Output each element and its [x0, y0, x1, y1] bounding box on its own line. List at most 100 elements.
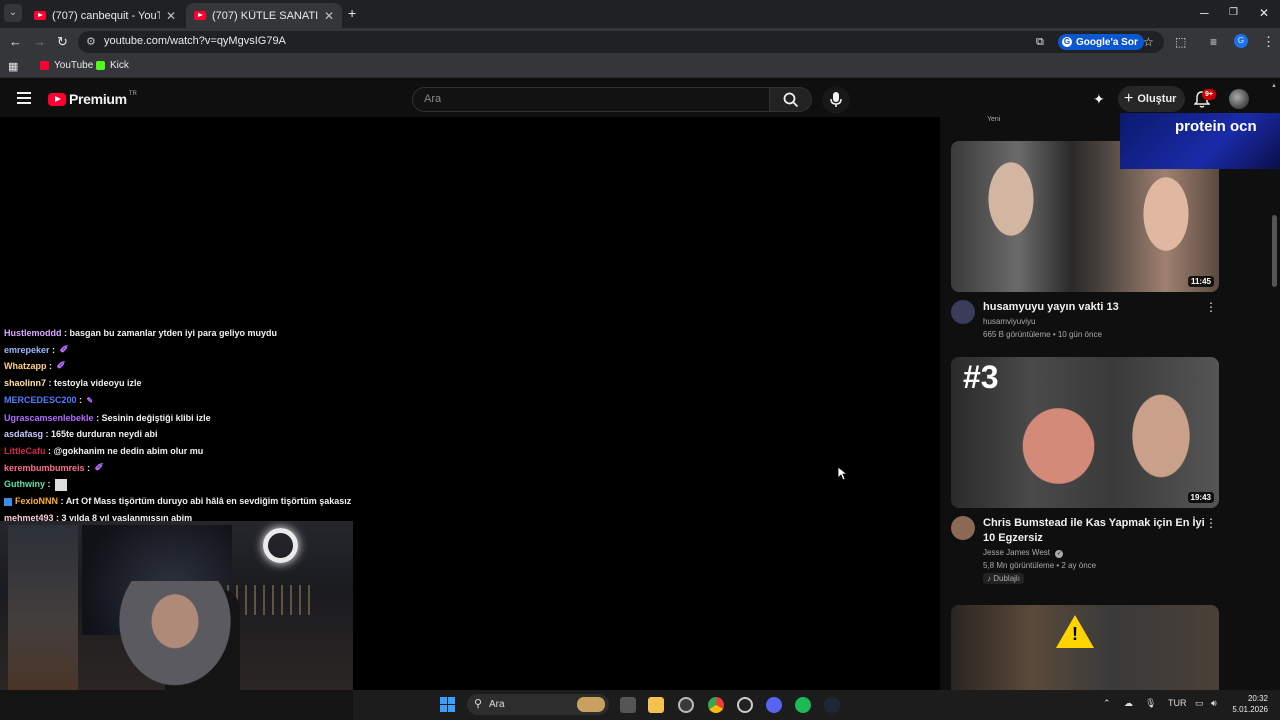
chatgpt-icon[interactable]: [737, 697, 753, 713]
reload-icon[interactable]: ↻: [57, 34, 68, 50]
channel-name-row: Jesse James West ✓: [983, 546, 1064, 559]
bookmark-youtube[interactable]: YouTube: [40, 60, 93, 71]
restore-icon[interactable]: ❐: [1229, 7, 1238, 18]
logo-text: Premium: [69, 91, 127, 107]
apps-grid-icon[interactable]: ▦: [8, 60, 18, 73]
minimize-icon[interactable]: ─: [1200, 6, 1209, 20]
youtube-header: Premium TR ✦ + Oluştur: [0, 81, 1280, 117]
video-thumbnail[interactable]: #3 19:43: [951, 357, 1219, 508]
create-button[interactable]: + Oluştur: [1118, 86, 1186, 112]
windows-start-icon[interactable]: [440, 697, 455, 712]
address-bar[interactable]: ⚙ youtube.com/watch?v=qyMgvsIG79A ⧉ G Go…: [78, 31, 1164, 53]
chrome-icon[interactable]: [708, 697, 724, 713]
tab-strip: ⌄ (707) canbequit - YouTube ✕ (707) KÜTL…: [0, 0, 1280, 28]
chat-username: kerembumbumreis: [4, 462, 85, 473]
tray-chevron-icon[interactable]: ⌃: [1103, 698, 1111, 709]
chat-message: Whatzapp : ✐: [4, 360, 66, 373]
scroll-up-arrow-icon[interactable]: ▲: [1271, 83, 1277, 89]
streamer: [110, 581, 240, 690]
plus-icon: +: [1124, 90, 1134, 107]
chat-message: kerembumbumreis : ✐: [4, 461, 104, 474]
steam-icon[interactable]: [824, 697, 840, 713]
back-icon[interactable]: ←: [9, 34, 22, 50]
youtube-favicon-icon: [34, 11, 46, 20]
chat-username: emrepeker: [4, 344, 50, 355]
upload-age: 2 ay önce: [1061, 561, 1097, 570]
url-text: youtube.com/watch?v=qyMgvsIG79A: [104, 35, 286, 47]
chat-username: LittleCafu: [4, 445, 46, 456]
chat-badge-icon: [4, 497, 12, 506]
site-info-icon[interactable]: ⚙: [86, 35, 96, 48]
taskbar-search-label: Ara: [489, 699, 505, 710]
more-options-icon[interactable]: ⋮: [1205, 300, 1217, 314]
volume-icon[interactable]: 🔊︎: [1211, 698, 1217, 709]
scrollbar-thumb[interactable]: [1272, 215, 1277, 287]
taskbar-clock[interactable]: 20:32 5.01.2026: [1228, 693, 1268, 715]
bookmark-star-icon[interactable]: ☆: [1143, 34, 1154, 50]
window-view: [8, 525, 78, 690]
browser-toolbar: ← → ↻ ⚙ youtube.com/watch?v=qyMgvsIG79A …: [0, 28, 1280, 56]
chat-message: MERCEDESC200 : ✎: [4, 394, 94, 405]
account-avatar[interactable]: [1229, 89, 1249, 109]
channel-name[interactable]: Jesse James West: [983, 548, 1050, 557]
close-tab-icon[interactable]: ✕: [166, 9, 176, 23]
close-tab-icon[interactable]: ✕: [324, 9, 334, 23]
chat-username: Ugrascamsenlebekle: [4, 412, 94, 423]
profile-icon[interactable]: G: [1234, 34, 1248, 48]
app-icon[interactable]: [678, 697, 694, 713]
chat-message: Ugrascamsenlebekle : Sesinin değiştiği k…: [4, 412, 211, 423]
chat-message: emrepeker : ✐: [4, 343, 69, 356]
google-lens-icon: G: [1062, 37, 1072, 47]
webcam-overlay: [0, 521, 353, 690]
youtube-premium-logo[interactable]: Premium TR: [48, 91, 137, 107]
microphone-tray-icon[interactable]: 🎙︎: [1145, 698, 1156, 709]
chat-username: Whatzapp: [4, 361, 47, 372]
bookmark-kick[interactable]: Kick: [96, 60, 129, 71]
duration-badge: 19:43: [1187, 492, 1214, 503]
task-view-icon[interactable]: [620, 697, 636, 713]
channel-name[interactable]: husamviyuviyu: [983, 315, 1035, 328]
upload-age: 10 gün önce: [1057, 330, 1102, 339]
dubbed-badge: ♪ Dublajlı: [983, 573, 1024, 584]
video-thumbnail[interactable]: !: [951, 605, 1219, 690]
forward-icon[interactable]: →: [33, 34, 46, 50]
channel-avatar[interactable]: [951, 516, 975, 540]
more-options-icon[interactable]: ⋮: [1205, 516, 1217, 530]
cast-icon[interactable]: ⧉: [1036, 34, 1044, 50]
spotify-icon[interactable]: [795, 697, 811, 713]
channel-avatar[interactable]: [951, 300, 975, 324]
search-input[interactable]: [424, 93, 754, 105]
taskbar-search[interactable]: ⚲ Ara: [467, 694, 609, 715]
chat-message: shaolinn7 : testoyla videoyu izle: [4, 378, 142, 389]
search-button[interactable]: [770, 87, 812, 112]
verified-icon: ✓: [1055, 550, 1064, 558]
chat-username: MERCEDESC200: [4, 394, 77, 405]
extensions-icon[interactable]: ⬚: [1175, 34, 1186, 50]
tab-search-button[interactable]: ⌄: [4, 4, 22, 22]
voice-search-button[interactable]: [822, 86, 850, 114]
onedrive-icon[interactable]: ☁: [1124, 698, 1133, 709]
file-explorer-icon[interactable]: [648, 697, 664, 713]
chat-emote-icon: ✎: [86, 395, 94, 405]
chat-username: Guthwiny: [4, 479, 45, 490]
hamburger-menu-icon[interactable]: [17, 92, 31, 104]
network-icon[interactable]: ▭: [1195, 698, 1204, 709]
chrome-menu-icon[interactable]: ⋮: [1262, 34, 1275, 50]
search-box: [412, 87, 770, 112]
sparkle-icon[interactable]: ✦: [1093, 91, 1105, 108]
related-videos-sidebar: Yeni 11:45 husamyuyu yayın vakti 13 husa…: [940, 116, 1280, 690]
new-tab-button[interactable]: +: [348, 5, 356, 21]
chat-message: asdafasg : 165te durduran neydi abi: [4, 429, 158, 440]
youtube-icon: [40, 61, 49, 70]
video-title[interactable]: husamyuyu yayın vakti 13: [983, 300, 1211, 315]
discord-icon[interactable]: [766, 697, 782, 713]
youtube-play-icon: [48, 92, 66, 106]
chat-emote-icon: ✐: [56, 360, 66, 373]
tab-canbequit[interactable]: (707) canbequit - YouTube ✕: [26, 3, 184, 28]
video-title[interactable]: Chris Bumstead ile Kas Yapmak için En İy…: [983, 516, 1211, 546]
ask-google-button[interactable]: G Google'a Sor: [1058, 34, 1144, 50]
tab-kutle-sanati[interactable]: (707) KÜTLE SANATI 9 | @barto ✕: [186, 3, 342, 28]
language-indicator[interactable]: TUR: [1168, 698, 1187, 708]
media-control-icon[interactable]: ≡: [1210, 34, 1217, 50]
close-window-icon[interactable]: ✕: [1259, 6, 1269, 20]
